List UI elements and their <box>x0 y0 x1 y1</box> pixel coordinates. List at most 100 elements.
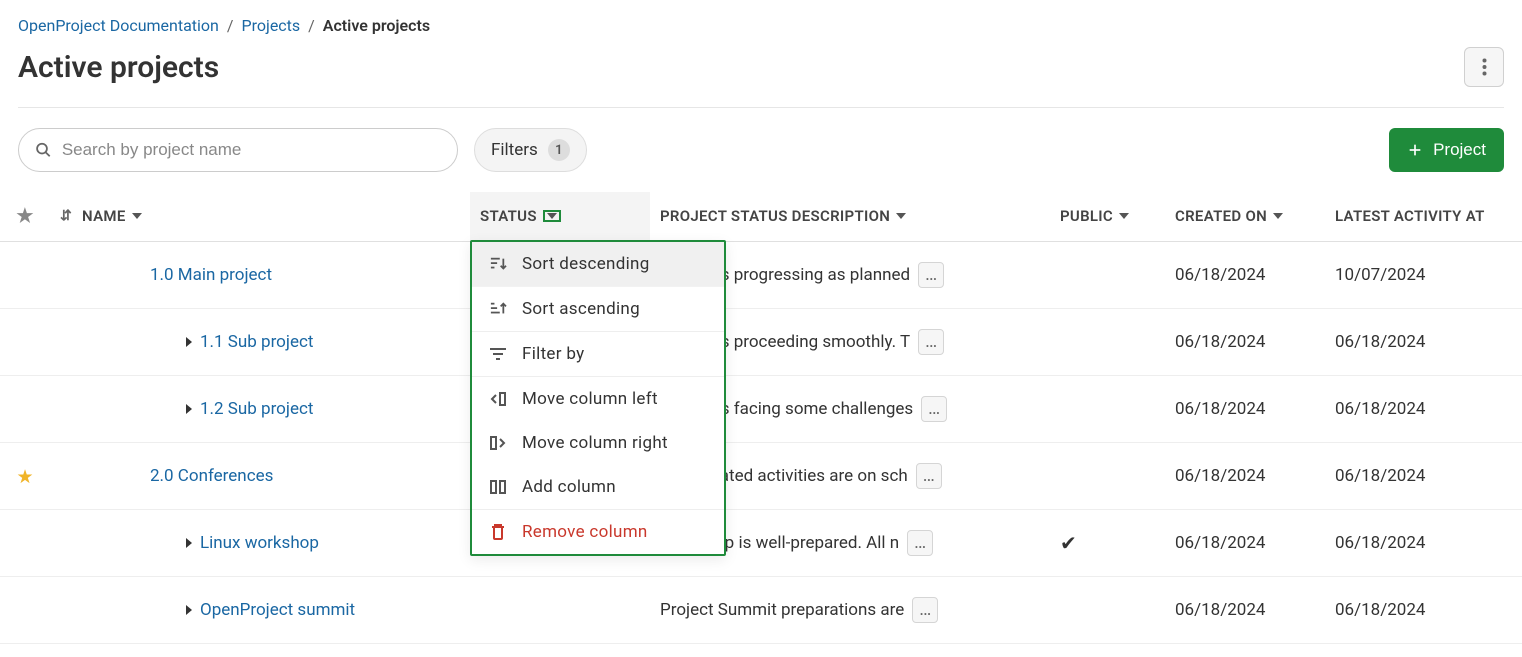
breadcrumb-current: Active projects <box>323 16 430 35</box>
name-cell: Linux workshop <box>50 510 470 577</box>
filters-count-badge: 1 <box>548 139 570 161</box>
project-link[interactable]: 1.1 Sub project <box>200 332 313 352</box>
status-dropdown-toggle[interactable] <box>543 210 561 222</box>
col-created-on[interactable]: CREATED ON <box>1165 192 1325 242</box>
description-expand-button[interactable]: … <box>918 329 944 355</box>
created-on-cell: 06/18/2024 <box>1165 309 1325 376</box>
search-input[interactable] <box>62 140 441 160</box>
col-status[interactable]: STATUS Sort descending <box>470 192 650 242</box>
project-link[interactable]: Linux workshop <box>200 533 319 553</box>
table-row[interactable]: ★2.0 Conferencesence-related activities … <box>0 443 1522 510</box>
breadcrumb-sep: / <box>308 16 315 35</box>
breadcrumb: OpenProject Documentation / Projects / A… <box>0 0 1522 43</box>
name-cell: 1.2 Sub project <box>50 376 470 443</box>
chevron-down-icon <box>1273 213 1283 219</box>
description-expand-button[interactable]: … <box>918 262 944 288</box>
project-link[interactable]: 1.2 Sub project <box>200 399 313 419</box>
star-icon: ★ <box>16 204 33 227</box>
description-expand-button[interactable]: … <box>907 530 933 556</box>
breadcrumb-sep: / <box>227 16 234 35</box>
created-on-cell: 06/18/2024 <box>1165 376 1325 443</box>
columns-icon <box>488 479 508 495</box>
favorite-cell[interactable] <box>0 577 50 644</box>
col-name[interactable]: ⇵ NAME <box>50 192 470 242</box>
created-on-cell: 06/18/2024 <box>1165 443 1325 510</box>
menu-sort-descending[interactable]: Sort descending <box>472 242 724 287</box>
star-filled-icon: ★ <box>16 465 33 488</box>
column-menu: Sort descending Sort ascending Filter b <box>470 240 726 556</box>
breadcrumb-section[interactable]: Projects <box>242 16 301 35</box>
public-cell <box>1050 376 1165 443</box>
description-cell: Project Summit preparations are… <box>650 577 1050 644</box>
project-link[interactable]: 2.0 Conferences <box>150 466 273 486</box>
col-status-description[interactable]: PROJECT STATUS DESCRIPTION <box>650 192 1050 242</box>
chevron-down-icon <box>1119 213 1129 219</box>
col-public[interactable]: PUBLIC <box>1050 192 1165 242</box>
latest-activity-cell: 06/18/2024 <box>1325 443 1522 510</box>
menu-move-right[interactable]: Move column right <box>472 421 724 465</box>
public-cell <box>1050 443 1165 510</box>
kebab-icon <box>1482 58 1487 76</box>
table-row[interactable]: OpenProject summit Project Summit prepara… <box>0 577 1522 644</box>
breadcrumb-root[interactable]: OpenProject Documentation <box>18 16 219 35</box>
expand-caret-icon[interactable] <box>186 605 192 615</box>
table-row[interactable]: 1.2 Sub projectproject is facing some ch… <box>0 376 1522 443</box>
favorite-cell[interactable] <box>0 510 50 577</box>
col-latest-activity[interactable]: LATEST ACTIVITY AT <box>1325 192 1522 242</box>
new-project-label: Project <box>1433 140 1486 160</box>
project-link[interactable]: OpenProject summit <box>200 600 355 620</box>
description-expand-button[interactable]: … <box>912 597 938 623</box>
description-expand-button[interactable]: … <box>921 396 947 422</box>
col-public-label: PUBLIC <box>1060 207 1113 225</box>
chevron-down-icon <box>132 213 142 219</box>
table-row[interactable]: 1.0 Main projectproject is progressing a… <box>0 242 1522 309</box>
favorite-cell[interactable] <box>0 309 50 376</box>
table-row[interactable]: 1.1 Sub projectproject is proceeding smo… <box>0 309 1522 376</box>
expand-caret-icon[interactable] <box>186 337 192 347</box>
chevron-down-icon <box>547 213 557 219</box>
menu-remove-column[interactable]: Remove column <box>472 510 724 554</box>
status-cell <box>470 577 650 644</box>
table-row[interactable]: Linux workshopworkshop is well-prepared.… <box>0 510 1522 577</box>
expand-caret-icon[interactable] <box>186 404 192 414</box>
menu-add-column[interactable]: Add column <box>472 465 724 509</box>
public-cell <box>1050 242 1165 309</box>
menu-move-left[interactable]: Move column left <box>472 377 724 421</box>
favorite-cell[interactable]: ★ <box>0 443 50 510</box>
col-name-label: NAME <box>82 207 126 225</box>
latest-activity-cell: 06/18/2024 <box>1325 376 1522 443</box>
search-icon <box>35 141 52 159</box>
latest-activity-cell: 06/18/2024 <box>1325 510 1522 577</box>
plus-icon <box>1407 142 1423 158</box>
search-box[interactable] <box>18 128 458 172</box>
filter-icon <box>488 347 508 361</box>
created-on-cell: 06/18/2024 <box>1165 577 1325 644</box>
created-on-cell: 06/18/2024 <box>1165 242 1325 309</box>
page-actions-menu[interactable] <box>1464 47 1504 87</box>
name-cell: 1.1 Sub project <box>50 309 470 376</box>
chevron-down-icon <box>896 213 906 219</box>
sort-desc-icon <box>488 256 508 272</box>
col-created-label: CREATED ON <box>1175 207 1267 225</box>
new-project-button[interactable]: Project <box>1389 128 1504 172</box>
menu-filter-by[interactable]: Filter by <box>472 332 724 376</box>
move-left-icon <box>488 391 508 407</box>
col-status-label: STATUS <box>480 207 537 225</box>
projects-table: ★ ⇵ NAME STATUS <box>0 192 1522 644</box>
col-activity-label: LATEST ACTIVITY AT <box>1335 207 1485 225</box>
col-favorite[interactable]: ★ <box>0 192 50 242</box>
favorite-cell[interactable] <box>0 376 50 443</box>
name-cell: OpenProject summit <box>50 577 470 644</box>
hierarchy-icon: ⇵ <box>60 208 72 224</box>
page-title: Active projects <box>18 50 219 85</box>
description-expand-button[interactable]: … <box>916 463 942 489</box>
latest-activity-cell: 10/07/2024 <box>1325 242 1522 309</box>
filters-button[interactable]: Filters 1 <box>474 128 587 172</box>
expand-caret-icon[interactable] <box>186 538 192 548</box>
favorite-cell[interactable] <box>0 242 50 309</box>
project-link[interactable]: 1.0 Main project <box>150 265 272 285</box>
latest-activity-cell: 06/18/2024 <box>1325 577 1522 644</box>
name-cell: 1.0 Main project <box>50 242 470 309</box>
trash-icon <box>488 523 508 541</box>
menu-sort-ascending[interactable]: Sort ascending <box>472 287 724 331</box>
